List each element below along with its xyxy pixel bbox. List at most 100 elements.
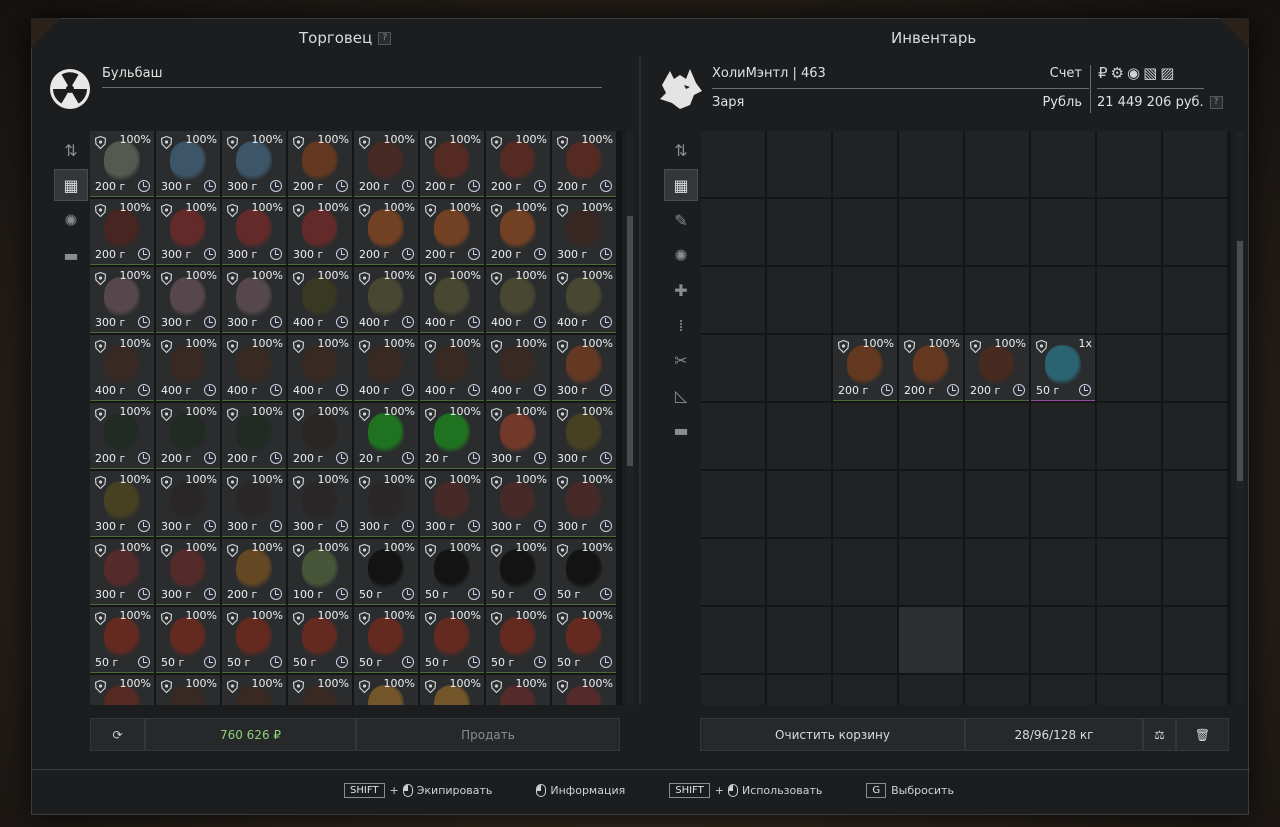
item-cell[interactable]: 100% 50 г [90, 607, 154, 673]
item-cell[interactable]: 100% 300 г [420, 471, 484, 537]
item-cell[interactable]: 100% 50 г [486, 607, 550, 673]
empty-slot[interactable] [965, 539, 1029, 605]
item-cell[interactable]: 100% 200 г [486, 199, 550, 265]
item-cell[interactable]: 100% 400 г [420, 335, 484, 401]
item-cell[interactable]: 100% 300 г [156, 471, 220, 537]
empty-slot[interactable] [899, 539, 963, 605]
item-cell[interactable]: 100% [420, 675, 484, 705]
item-cell[interactable]: 100% 400 г [288, 267, 352, 333]
empty-slot[interactable] [965, 403, 1029, 469]
item-cell[interactable]: 100% 50 г [354, 607, 418, 673]
item-cell[interactable]: 100% 300 г [222, 471, 286, 537]
item-cell[interactable]: 1x 50 г [1031, 335, 1095, 401]
empty-slot[interactable] [1097, 131, 1161, 197]
item-cell[interactable]: 100% 300 г [90, 471, 154, 537]
sort-icon[interactable]: ⇅ [664, 134, 698, 166]
empty-slot[interactable] [767, 539, 831, 605]
sort-icon[interactable]: ⇅ [54, 134, 88, 166]
item-cell[interactable]: 100% 400 г [552, 267, 616, 333]
refresh-icon[interactable]: ⟳ [90, 718, 145, 751]
empty-slot[interactable] [701, 403, 765, 469]
empty-slot[interactable] [701, 199, 765, 265]
item-cell[interactable]: 100% 50 г [552, 539, 616, 605]
item-cell[interactable]: 100% 200 г [288, 131, 352, 197]
empty-slot[interactable] [1031, 539, 1095, 605]
empty-slot[interactable] [767, 335, 831, 401]
empty-slot[interactable] [1031, 607, 1095, 673]
item-cell[interactable]: 100% 50 г [420, 539, 484, 605]
item-cell[interactable]: 100% 300 г [288, 199, 352, 265]
item-cell[interactable]: 100% 400 г [354, 267, 418, 333]
item-cell[interactable]: 100% 200 г [420, 199, 484, 265]
item-cell[interactable]: 100% 300 г [354, 471, 418, 537]
item-cell[interactable]: 100% 300 г [90, 267, 154, 333]
all-items-grid-icon[interactable]: ▦ [664, 169, 698, 201]
empty-slot[interactable] [1031, 131, 1095, 197]
item-cell[interactable]: 100% 300 г [222, 267, 286, 333]
empty-slot[interactable] [1163, 131, 1227, 197]
empty-slot[interactable] [833, 607, 897, 673]
item-cell[interactable]: 100% 300 г [486, 403, 550, 469]
empty-slot[interactable] [833, 539, 897, 605]
empty-slot[interactable] [1097, 471, 1161, 537]
empty-slot[interactable] [701, 335, 765, 401]
item-cell[interactable]: 100% 300 г [156, 267, 220, 333]
empty-slot[interactable] [767, 403, 831, 469]
empty-slot[interactable] [1097, 675, 1161, 705]
item-cell[interactable]: 100% 20 г [420, 403, 484, 469]
drawing-filter-icon[interactable]: ◺ [664, 379, 698, 411]
empty-slot[interactable] [701, 131, 765, 197]
empty-slot[interactable] [1163, 335, 1227, 401]
empty-slot[interactable] [965, 607, 1029, 673]
item-cell[interactable]: 100% [552, 675, 616, 705]
empty-slot[interactable] [1097, 267, 1161, 333]
empty-slot[interactable] [1163, 471, 1227, 537]
empty-slot[interactable] [767, 199, 831, 265]
item-cell[interactable]: 100% 50 г [420, 607, 484, 673]
empty-slot[interactable] [1097, 335, 1161, 401]
empty-slot[interactable] [965, 199, 1029, 265]
item-cell[interactable]: 100% [354, 675, 418, 705]
item-cell[interactable]: 100% 200 г [222, 539, 286, 605]
all-items-grid-icon[interactable]: ▦ [54, 169, 88, 201]
item-cell[interactable]: 100% 400 г [486, 267, 550, 333]
item-cell[interactable]: 100% [156, 675, 220, 705]
item-cell[interactable]: 100% 300 г [90, 539, 154, 605]
empty-slot[interactable] [1163, 607, 1227, 673]
item-cell[interactable]: 100% 300 г [156, 199, 220, 265]
trader-help-icon[interactable]: ? [378, 32, 392, 45]
empty-slot[interactable] [1163, 675, 1227, 705]
item-cell[interactable]: 100% 400 г [420, 267, 484, 333]
empty-slot[interactable] [833, 471, 897, 537]
empty-slot[interactable] [833, 675, 897, 705]
item-cell[interactable]: 100% 200 г [156, 403, 220, 469]
empty-slot[interactable] [1097, 199, 1161, 265]
artifact-filter-icon[interactable]: ✺ [54, 204, 88, 236]
empty-slot[interactable] [1097, 539, 1161, 605]
empty-slot[interactable] [1031, 199, 1095, 265]
empty-slot[interactable] [899, 607, 963, 673]
balance-help-icon[interactable]: ? [1209, 96, 1223, 109]
empty-slot[interactable] [701, 675, 765, 705]
empty-slot[interactable] [767, 675, 831, 705]
item-cell[interactable]: 100% 200 г [486, 131, 550, 197]
empty-slot[interactable] [1163, 539, 1227, 605]
empty-slot[interactable] [833, 199, 897, 265]
empty-slot[interactable] [1031, 403, 1095, 469]
item-cell[interactable]: 100% 200 г [899, 335, 963, 401]
empty-slot[interactable] [767, 131, 831, 197]
ammo-filter-icon[interactable]: ⁞ [664, 309, 698, 341]
item-cell[interactable]: 100% 200 г [90, 131, 154, 197]
item-cell[interactable]: 100% 300 г [288, 471, 352, 537]
tools-filter-icon[interactable]: ✂ [664, 344, 698, 376]
misc-box-icon[interactable]: ▬ [664, 414, 698, 446]
item-cell[interactable]: 100% 50 г [486, 539, 550, 605]
empty-slot[interactable] [899, 675, 963, 705]
empty-slot[interactable] [1163, 267, 1227, 333]
item-cell[interactable]: 100% 100 г [288, 539, 352, 605]
item-cell[interactable]: 100% [90, 675, 154, 705]
empty-slot[interactable] [899, 199, 963, 265]
item-cell[interactable]: 100% 300 г [552, 335, 616, 401]
item-cell[interactable]: 100% 200 г [965, 335, 1029, 401]
item-cell[interactable]: 100% 300 г [156, 131, 220, 197]
